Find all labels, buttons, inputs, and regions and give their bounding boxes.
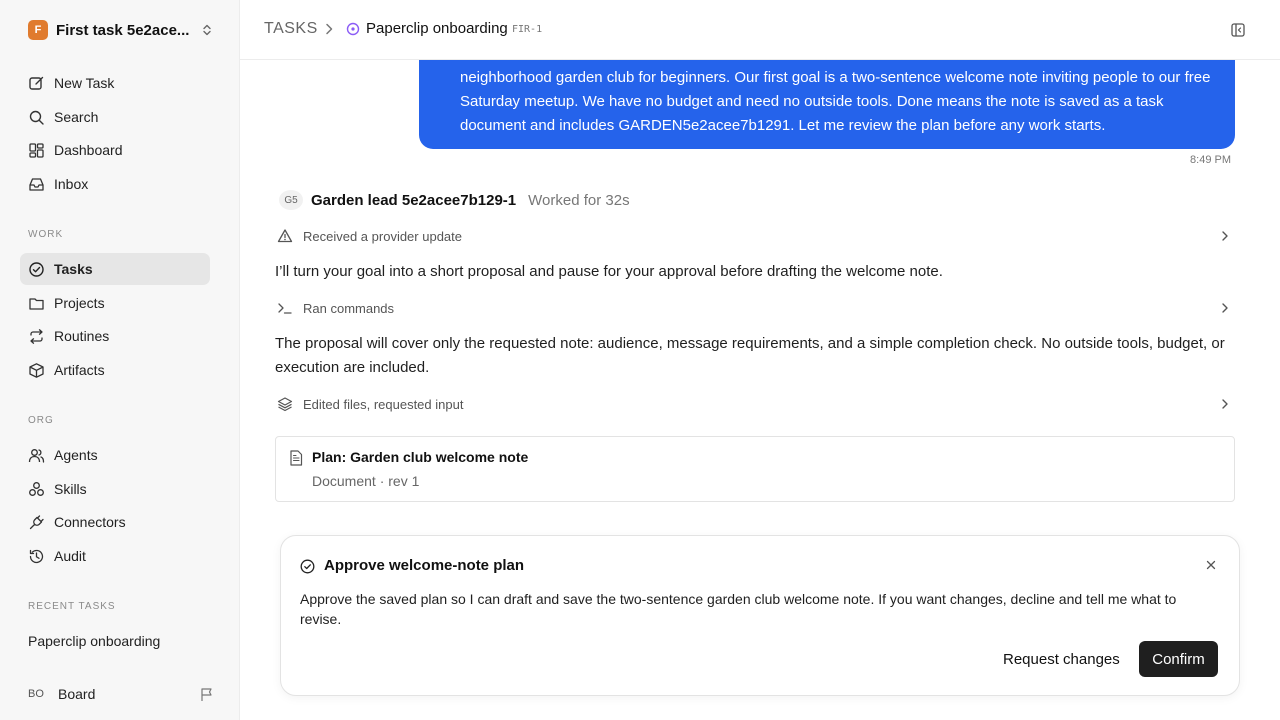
message-timestamp: 8:49 PM <box>1190 154 1231 166</box>
chevron-right-icon <box>1222 303 1228 313</box>
board-name: Board <box>58 686 96 702</box>
agent-message: I’ll turn your goal into a short proposa… <box>275 263 943 280</box>
terminal-icon <box>278 303 292 314</box>
breadcrumb-tasks[interactable]: TASKS <box>264 20 318 38</box>
workspace-switcher[interactable]: F First task 5e2ace... <box>28 18 214 42</box>
user-message-text: neighborhood garden club for beginners. … <box>460 69 1211 134</box>
document-meta: Document · rev 1 <box>312 473 420 489</box>
nav-audit[interactable]: Audit <box>20 540 210 572</box>
board-footer[interactable]: BO Board <box>28 684 214 704</box>
nav-dashboard[interactable]: Dashboard <box>20 134 210 166</box>
toggle-panel-icon[interactable] <box>1230 22 1246 38</box>
nav-label: Agents <box>54 447 98 463</box>
edit-icon <box>29 76 44 90</box>
agent-name: Garden lead 5e2acee7b129-1 <box>311 191 517 209</box>
nav-connectors[interactable]: Connectors <box>20 506 210 538</box>
chevron-up-down-icon <box>203 24 211 36</box>
nav-tasks[interactable]: Tasks <box>20 253 210 285</box>
document-card[interactable]: Plan: Garden club welcome note Document … <box>275 436 1235 502</box>
request-changes-button[interactable]: Request changes <box>991 642 1132 676</box>
nav-label: Skills <box>54 481 87 497</box>
box-icon <box>29 362 44 378</box>
nav-agents[interactable]: Agents <box>20 439 210 471</box>
nav-search[interactable]: Search <box>20 101 210 133</box>
approval-card: Approve welcome-note plan Approve the sa… <box>280 535 1240 696</box>
nav-label: Audit <box>54 548 86 564</box>
nav-label: Routines <box>54 328 110 344</box>
flag-icon[interactable] <box>199 687 214 702</box>
chevron-right-icon <box>1222 399 1228 409</box>
approval-title: Approve welcome-note plan <box>324 557 525 574</box>
activity-label: Received a provider update <box>303 228 462 244</box>
status-circle-icon <box>346 22 360 36</box>
nav-label: Tasks <box>54 261 93 277</box>
section-label-org: ORG <box>28 415 54 426</box>
activity-label: Ran commands <box>303 300 395 316</box>
nav-artifacts[interactable]: Artifacts <box>20 354 210 386</box>
section-label-work: WORK <box>28 229 64 240</box>
top-bar: TASKS Paperclip onboarding FIR-1 <box>240 0 1280 60</box>
nav-projects[interactable]: Projects <box>20 287 210 319</box>
nav-label: Projects <box>54 295 105 311</box>
nav-label: Connectors <box>54 514 126 530</box>
nav-label: New Task <box>54 75 115 91</box>
activity-ran-commands[interactable]: Ran commands <box>275 298 1235 318</box>
nav-skills[interactable]: Skills <box>20 473 210 505</box>
sidebar: F First task 5e2ace... New Task Search D… <box>0 0 240 720</box>
nav-label: Dashboard <box>54 142 123 158</box>
folder-icon <box>29 297 44 310</box>
recent-task-item[interactable]: Paperclip onboarding <box>28 633 160 649</box>
plug-icon <box>29 514 44 529</box>
nav-label: Inbox <box>54 176 89 192</box>
page-title: Paperclip onboarding <box>366 20 508 37</box>
agent-header: G5 Garden lead 5e2acee7b129-1 Worked for… <box>279 190 630 210</box>
warning-triangle-icon <box>277 229 293 243</box>
task-id-badge: FIR-1 <box>512 24 543 35</box>
confirm-button[interactable]: Confirm <box>1139 641 1218 677</box>
chevron-right-icon <box>326 23 333 35</box>
workspace-logo: F <box>28 20 48 40</box>
avatar: BO <box>28 688 44 700</box>
close-icon[interactable] <box>1205 559 1217 571</box>
document-title: Plan: Garden club welcome note <box>312 449 529 465</box>
dashboard-icon <box>29 142 44 158</box>
activity-label: Edited files, requested input <box>303 396 464 412</box>
worked-duration: Worked for 32s <box>528 191 630 209</box>
skills-icon <box>29 481 44 496</box>
activity-provider-update[interactable]: Received a provider update <box>275 226 1235 246</box>
nav-inbox[interactable]: Inbox <box>20 168 210 200</box>
history-icon <box>29 549 44 563</box>
repeat-icon <box>30 328 43 344</box>
nav-new-task[interactable]: New Task <box>20 67 210 99</box>
avatar: G5 <box>279 190 303 210</box>
workspace-name: First task 5e2ace... <box>56 21 190 39</box>
approval-description: Approve the saved plan so I can draft an… <box>300 591 1177 627</box>
document-icon <box>290 450 303 466</box>
check-circle-icon <box>300 559 315 574</box>
check-circle-icon <box>29 261 44 277</box>
chevron-right-icon <box>1222 231 1228 241</box>
activity-edited-files[interactable]: Edited files, requested input <box>275 394 1235 414</box>
layers-icon <box>277 397 293 412</box>
inbox-icon <box>29 177 44 191</box>
search-icon <box>29 110 44 125</box>
agent-message: The proposal will cover only the request… <box>275 335 1225 376</box>
nav-routines[interactable]: Routines <box>20 320 210 352</box>
section-label-recent: RECENT TASKS <box>28 601 116 612</box>
nav-label: Search <box>54 109 99 125</box>
users-icon <box>28 448 45 463</box>
nav-label: Artifacts <box>54 362 105 378</box>
